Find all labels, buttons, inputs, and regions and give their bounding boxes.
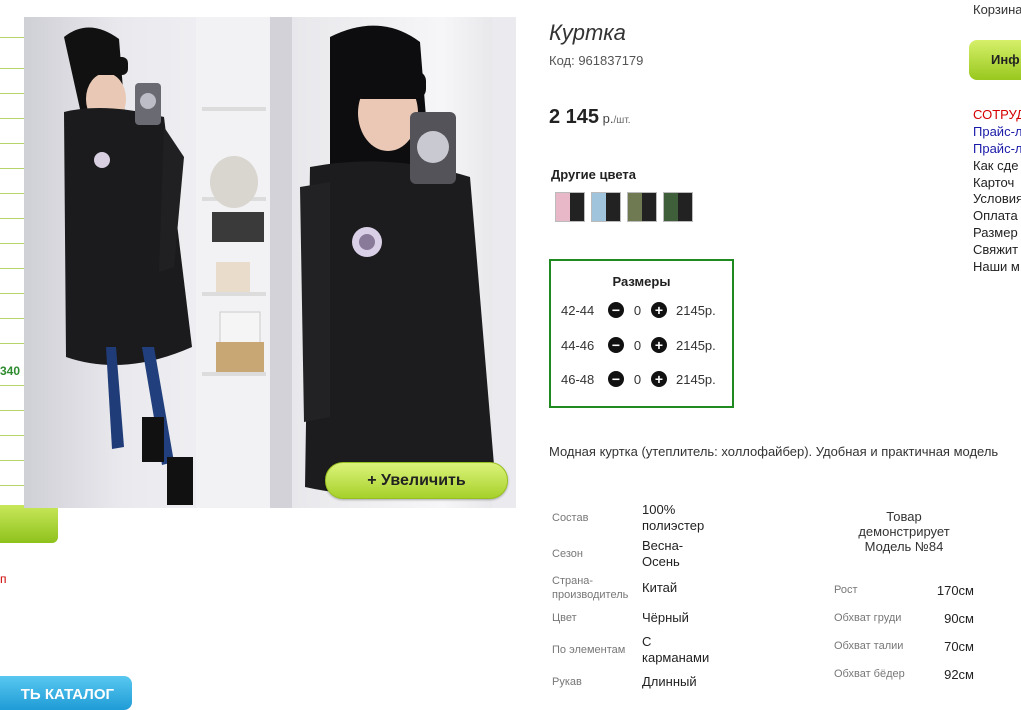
right-link[interactable]: Как сде	[973, 158, 1021, 175]
quantity-value: 0	[633, 337, 642, 353]
size-label: 44-46	[561, 337, 595, 353]
size-row: 44-46 − 0 + 2145р.	[561, 337, 716, 353]
price-currency: р.	[599, 111, 614, 126]
sidebar-divider	[0, 385, 24, 386]
download-catalog-button[interactable]: ТЬ КАТАЛОГ	[0, 676, 132, 710]
spec-value: Длинный	[642, 674, 697, 689]
size-price: 2145р.	[676, 302, 716, 318]
product-price: 2 145 р./шт.	[549, 106, 631, 129]
sidebar-green-button[interactable]	[0, 505, 58, 543]
spec-value: Весна-Осень	[642, 538, 684, 569]
quantity-value: 0	[633, 371, 642, 387]
sidebar-divider	[0, 293, 24, 294]
sidebar-divider	[0, 68, 24, 69]
right-link[interactable]: Условия	[973, 191, 1021, 208]
sidebar-divider	[0, 410, 24, 411]
model-measure-label: Обхват бёдер	[834, 668, 905, 680]
size-price: 2145р.	[676, 371, 716, 387]
right-link[interactable]: СОТРУД	[973, 107, 1021, 124]
right-link[interactable]: Карточ	[973, 175, 1021, 192]
model-measure-label: Обхват талии	[834, 640, 904, 652]
right-links-list: СОТРУД Прайс-л Прайс-л Как сде Карточ Ус…	[973, 107, 1021, 276]
zoom-button[interactable]: + Увеличить	[325, 462, 508, 499]
model-measure-value: 70см	[944, 639, 974, 654]
product-title: Куртка	[549, 20, 626, 45]
sidebar-divider	[0, 485, 24, 486]
right-link[interactable]: Оплата	[973, 208, 1021, 225]
right-link[interactable]: Наши м	[973, 259, 1021, 276]
size-label: 42-44	[561, 302, 595, 318]
cart-link[interactable]: Корзина	[973, 2, 1021, 17]
color-swatches	[555, 192, 693, 222]
sidebar-divider	[0, 343, 24, 344]
minus-icon[interactable]: −	[608, 337, 624, 353]
color-swatch[interactable]	[591, 192, 621, 222]
spec-value: Чёрный	[642, 610, 689, 625]
model-measure-value: 90см	[944, 611, 974, 626]
color-swatch[interactable]	[663, 192, 693, 222]
sizes-title: Размеры	[612, 274, 671, 289]
sidebar-divider	[0, 37, 24, 38]
minus-icon[interactable]: −	[608, 302, 624, 318]
spec-label: Состав	[552, 512, 589, 524]
right-link[interactable]: Прайс-л	[973, 141, 1021, 158]
model-title: Товар демонстрирует Модель №84	[858, 509, 950, 554]
plus-icon[interactable]: +	[651, 337, 667, 353]
sidebar-divider	[0, 168, 24, 169]
spec-label: По элементам	[552, 644, 626, 656]
other-colors-label: Другие цвета	[551, 167, 636, 182]
minus-icon[interactable]: −	[608, 371, 624, 387]
sidebar-divider	[0, 460, 24, 461]
size-row: 42-44 − 0 + 2145р.	[561, 302, 716, 318]
sidebar-price-fragment: 340	[0, 364, 21, 378]
spec-label: Рукав	[552, 676, 582, 688]
spec-label: Страна-производитель	[552, 575, 629, 601]
sidebar-divider	[0, 193, 24, 194]
sidebar-divider	[0, 93, 24, 94]
right-link[interactable]: Свяжит	[973, 242, 1021, 259]
right-link[interactable]: Прайс-л	[973, 124, 1021, 141]
model-photo-illustration	[64, 17, 270, 508]
size-label: 46-48	[561, 371, 595, 387]
quantity-value: 0	[633, 302, 642, 318]
right-link[interactable]: Размер	[973, 225, 1021, 242]
size-row: 46-48 − 0 + 2145р.	[561, 371, 716, 387]
sidebar-divider	[0, 318, 24, 319]
product-photo-1[interactable]	[24, 17, 270, 508]
spec-label: Цвет	[552, 612, 577, 624]
model-photo-illustration	[270, 17, 516, 508]
sizes-box: Размеры 42-44 − 0 + 2145р. 44-46 − 0 + 2…	[549, 259, 734, 408]
sidebar-divider	[0, 268, 24, 269]
sidebar-divider	[0, 118, 24, 119]
spec-value: 100% полиэстер	[642, 502, 705, 533]
sidebar-red-text-fragment: п	[0, 572, 7, 586]
sidebar-divider	[0, 218, 24, 219]
model-measure-value: 170см	[936, 583, 974, 598]
product-gallery[interactable]: + Увеличить	[24, 17, 516, 508]
product-code: Код: 961837179	[549, 53, 644, 68]
model-measure-value: 92см	[944, 667, 974, 682]
spec-value: Китай	[642, 580, 678, 595]
left-sidebar-partial	[0, 0, 24, 510]
size-price: 2145р.	[676, 337, 716, 353]
spec-label: Сезон	[552, 548, 583, 560]
color-swatch[interactable]	[627, 192, 657, 222]
color-swatch[interactable]	[555, 192, 585, 222]
sidebar-divider	[0, 435, 24, 436]
plus-icon[interactable]: +	[651, 371, 667, 387]
price-value: 2 145	[549, 106, 600, 128]
info-button[interactable]: Инф	[969, 40, 1021, 80]
product-description: Модная куртка (утеплитель: холлофайбер).…	[549, 444, 999, 459]
spec-value: С карманами	[642, 634, 710, 665]
model-measure-label: Рост	[834, 584, 858, 596]
sidebar-divider	[0, 243, 24, 244]
price-per-unit: /шт.	[613, 115, 631, 126]
sidebar-divider	[0, 143, 24, 144]
plus-icon[interactable]: +	[651, 302, 667, 318]
model-measure-label: Обхват груди	[834, 612, 902, 624]
product-photo-2[interactable]	[270, 17, 516, 508]
